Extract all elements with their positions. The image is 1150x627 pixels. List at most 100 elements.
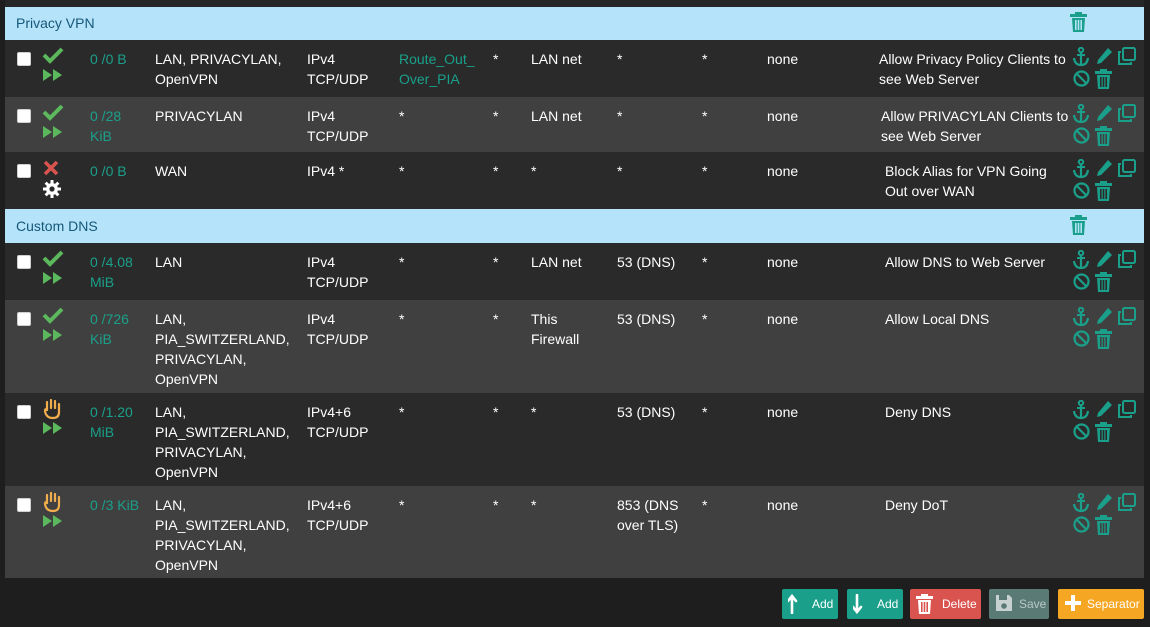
description: Deny DoT [885,497,949,513]
states[interactable]: 0 /0 B [90,49,142,69]
gateway: * [702,311,708,327]
destination: This Firewall [531,311,580,347]
states[interactable]: 0 /28 KiB [90,106,142,146]
ban-icon[interactable] [1073,330,1090,347]
copy-icon[interactable] [1117,47,1136,66]
ban-icon[interactable] [1073,70,1090,87]
copy-icon[interactable] [1117,307,1136,326]
anchor-icon[interactable] [1073,159,1089,179]
states[interactable]: 0 /726 KiB [90,309,142,349]
destination: * [531,163,537,179]
row-checkbox[interactable] [17,255,31,269]
hand-icon[interactable] [43,491,63,513]
trash-icon[interactable] [1095,126,1112,146]
interface: LAN, PIA_SWITZERLAND, PRIVACYLAN, OpenVP… [155,497,290,573]
protocol: IPv4 TCP/UDP [307,254,369,290]
separator-custom-dns: Custom DNS [5,209,1144,243]
copy-icon[interactable] [1117,493,1136,512]
check-icon[interactable] [42,249,64,267]
anchor-icon[interactable] [1073,47,1089,67]
trash-icon[interactable] [1095,422,1112,442]
destination-port: 853 (DNS over TLS) [617,497,679,533]
check-icon[interactable] [42,46,64,64]
table-row[interactable]: 0 /726 KiB LAN, PIA_SWITZERLAND, PRIVACY… [5,300,1144,393]
save-button[interactable]: Save [989,589,1049,619]
ban-icon[interactable] [1073,516,1090,533]
pencil-icon[interactable] [1095,47,1113,67]
check-icon[interactable] [42,103,64,121]
states[interactable]: 0 /1.20 MiB [90,402,142,442]
destination: * [531,497,537,513]
source-alias-link[interactable]: Route_Out_ Over_PIA [399,49,479,89]
row-checkbox[interactable] [17,405,31,419]
protocol: IPv4 * [307,163,345,179]
separator-button[interactable]: Separator [1058,589,1144,619]
trash-icon[interactable] [1070,215,1087,235]
source-port: * [493,404,499,420]
pencil-icon[interactable] [1095,104,1113,124]
add-top-button[interactable]: Add [782,589,838,619]
ban-icon[interactable] [1073,423,1090,440]
destination-port: 53 (DNS) [617,254,676,270]
destination: LAN net [531,108,582,124]
table-row[interactable]: 0 /28 KiB PRIVACYLAN IPv4 TCP/UDP * * LA… [5,97,1144,152]
source-port: * [493,51,499,67]
row-checkbox[interactable] [17,109,31,123]
row-checkbox[interactable] [17,52,31,66]
schedule: none [767,311,799,327]
delete-button[interactable]: Delete [910,589,981,619]
copy-icon[interactable] [1117,400,1136,419]
add-bottom-button[interactable]: Add [847,589,903,619]
pencil-icon[interactable] [1095,493,1113,513]
table-row[interactable]: 0 /3 KiB LAN, PIA_SWITZERLAND, PRIVACYLA… [5,486,1144,578]
source-port: * [493,497,499,513]
row-checkbox[interactable] [17,498,31,512]
states[interactable]: 0 /4.08 MiB [90,252,142,292]
ban-icon[interactable] [1073,182,1090,199]
source: * [399,497,405,513]
anchor-icon[interactable] [1073,307,1089,327]
anchor-icon[interactable] [1073,400,1089,420]
times-icon[interactable] [43,160,59,176]
copy-icon[interactable] [1117,159,1136,178]
pencil-icon[interactable] [1095,250,1113,270]
pencil-icon[interactable] [1095,159,1113,179]
copy-icon[interactable] [1117,104,1136,123]
hand-icon[interactable] [43,398,63,420]
add-bottom-label: Add [877,597,899,611]
fast-forward-icon [43,422,62,434]
trash-icon[interactable] [1095,329,1112,349]
row-actions [1071,159,1137,203]
source-port: * [493,163,499,179]
destination-port: * [617,51,623,67]
pencil-icon[interactable] [1095,400,1113,420]
check-icon[interactable] [42,306,64,324]
arrow-up-icon [788,594,798,614]
row-checkbox[interactable] [17,164,31,178]
table-row[interactable]: 0 /0 B LAN, PRIVACYLAN, OpenVPN IPv4 TCP… [5,40,1144,97]
trash-icon[interactable] [1095,515,1112,535]
trash-icon[interactable] [1095,272,1112,292]
ban-icon[interactable] [1073,127,1090,144]
anchor-icon[interactable] [1073,104,1089,124]
schedule: none [767,163,799,179]
copy-icon[interactable] [1117,250,1136,269]
trash-icon[interactable] [1070,12,1087,32]
table-row[interactable]: 0 /1.20 MiB LAN, PIA_SWITZERLAND, PRIVAC… [5,393,1144,486]
ban-icon[interactable] [1073,273,1090,290]
table-row[interactable]: 0 /0 B WAN IPv4 * * * * * * none Block A… [5,152,1144,209]
trash-icon [916,594,933,614]
source: * [399,404,405,420]
anchor-icon[interactable] [1073,250,1089,270]
trash-icon[interactable] [1095,181,1112,201]
pencil-icon[interactable] [1095,307,1113,327]
states[interactable]: 0 /0 B [90,161,142,181]
anchor-icon[interactable] [1073,493,1089,513]
states[interactable]: 0 /3 KiB [90,495,142,515]
table-row[interactable]: 0 /4.08 MiB LAN IPv4 TCP/UDP * * LAN net… [5,243,1144,300]
interface: WAN [155,163,188,179]
row-checkbox[interactable] [17,312,31,326]
source: * [399,254,405,270]
source-port: * [493,254,499,270]
trash-icon[interactable] [1095,69,1112,89]
